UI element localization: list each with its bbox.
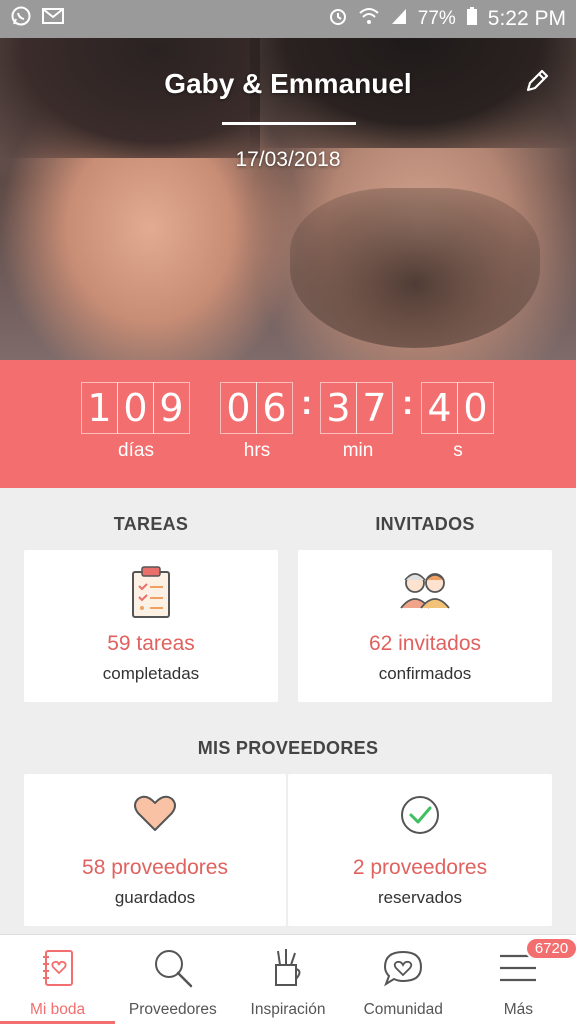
nav-item-proveedores[interactable]: Proveedores — [115, 935, 230, 1024]
nav-label: Comunidad — [363, 1001, 443, 1018]
battery-icon — [466, 6, 478, 32]
countdown-separator: : — [402, 384, 414, 422]
nav-item-mi-boda[interactable]: Mi boda — [0, 935, 116, 1024]
nav-item-inspiracion[interactable]: Inspiración — [230, 935, 345, 1024]
heart-icon — [133, 794, 177, 839]
tareas-card[interactable]: 59 tareas completadas — [24, 550, 278, 702]
bottom-navigation: Mi boda Proveedores Inspiración Comunida… — [0, 934, 576, 1024]
check-circle-icon — [399, 794, 441, 841]
proveedores-guardados-count: 58 proveedores — [82, 856, 228, 879]
countdown-digit: 9 — [153, 382, 190, 434]
battery-level: 77% — [417, 8, 456, 29]
tareas-title: TAREAS — [113, 514, 189, 534]
proveedores-guardados-card[interactable]: 58 proveedores guardados — [24, 774, 286, 926]
invitados-count: 62 invitados — [368, 632, 482, 655]
chat-heart-icon — [380, 945, 426, 991]
nav-item-mas[interactable]: 6720 Más — [461, 935, 576, 1024]
notification-badge: 6720 — [524, 937, 576, 960]
nav-label: Proveedores — [128, 1001, 217, 1018]
wifi-icon — [358, 6, 380, 32]
countdown-label-days: días — [118, 440, 154, 461]
nav-label: Mi boda — [30, 1001, 86, 1018]
countdown-digit: 0 — [220, 382, 257, 434]
countdown-digit: 0 — [117, 382, 154, 434]
mail-icon — [42, 7, 64, 31]
search-icon — [150, 945, 196, 991]
whatsapp-icon — [10, 5, 32, 33]
countdown-digit: 0 — [457, 382, 494, 434]
status-left — [10, 5, 64, 33]
proveedores-guardados-sub: guardados — [114, 888, 196, 907]
nav-label: Más — [503, 1001, 534, 1018]
countdown-digit: 7 — [356, 382, 393, 434]
nav-item-comunidad[interactable]: Comunidad — [346, 935, 461, 1024]
countdown-digit: 6 — [256, 382, 293, 434]
proveedores-reservados-sub: reservados — [377, 888, 463, 907]
countdown-digit: 4 — [421, 382, 458, 434]
countdown-label-hours: hrs — [243, 440, 271, 461]
tareas-sub: completadas — [102, 664, 200, 683]
guests-icon — [397, 568, 453, 617]
countdown-days: 1 0 9 — [81, 382, 190, 434]
wedding-date: 17/03/2018 — [235, 148, 341, 171]
invitados-title: INVITADOS — [375, 514, 475, 534]
countdown-label-minutes: min — [342, 440, 374, 461]
notebook-icon — [35, 945, 81, 991]
proveedores-title: MIS PROVEEDORES — [197, 738, 379, 758]
invitados-card[interactable]: 62 invitados confirmados — [298, 550, 552, 702]
status-right: 77% 5:22 PM — [328, 6, 566, 32]
countdown-digit: 3 — [320, 382, 357, 434]
countdown-hours: 0 6 — [220, 382, 293, 434]
countdown-seconds: 4 0 — [421, 382, 494, 434]
countdown-panel: 1 0 9 0 6 : 3 7 : 4 0 — [0, 360, 576, 488]
pencil-icon — [523, 67, 551, 100]
edit-button[interactable] — [520, 66, 554, 100]
couple-photo-header: Gaby & Emmanuel 17/03/2018 — [0, 38, 576, 360]
alarm-icon — [328, 6, 348, 32]
clock: 5:22 PM — [487, 7, 566, 30]
nav-label: Inspiración — [250, 1001, 326, 1018]
signal-icon — [390, 7, 408, 31]
proveedores-reservados-count: 2 proveedores — [352, 856, 488, 879]
countdown-label-seconds: s — [453, 440, 463, 461]
pencil-cup-icon — [265, 945, 311, 991]
countdown-minutes: 3 7 — [320, 382, 393, 434]
status-bar: 77% 5:22 PM — [0, 0, 576, 38]
photo-shading — [290, 188, 540, 348]
clipboard-checklist-icon — [128, 564, 174, 625]
proveedores-reservados-card[interactable]: 2 proveedores reservados — [288, 774, 552, 926]
couple-names: Gaby & Emmanuel — [164, 68, 412, 99]
tareas-count: 59 tareas — [107, 632, 195, 655]
invitados-sub: confirmados — [378, 664, 472, 683]
countdown-separator: : — [301, 384, 313, 422]
countdown-digit: 1 — [81, 382, 118, 434]
names-divider — [222, 122, 356, 125]
